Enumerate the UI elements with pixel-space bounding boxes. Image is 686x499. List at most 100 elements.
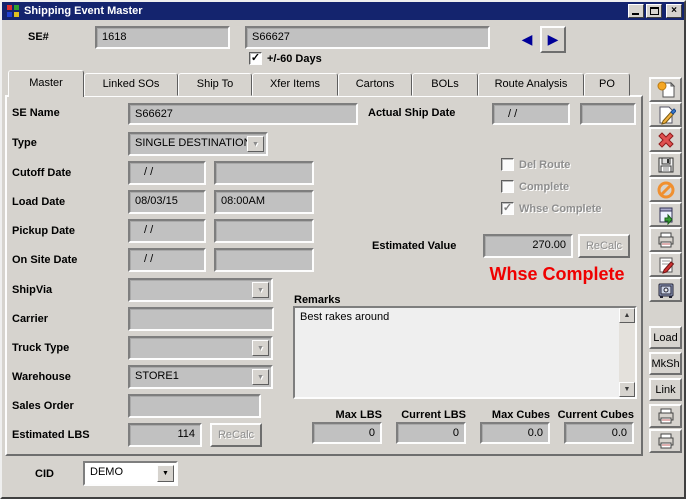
type-label: Type [12, 137, 37, 149]
recalc-lbs-button[interactable]: ReCalc [210, 423, 262, 447]
cid-dropdown-button[interactable]: ▼ [157, 465, 174, 482]
save-icon [656, 155, 676, 175]
delete-button[interactable] [649, 127, 682, 152]
recalc-value-button[interactable]: ReCalc [578, 234, 630, 258]
arrow-left-icon: ◀ [522, 31, 533, 48]
estimated-lbs-field[interactable]: 114 [128, 423, 202, 447]
safe-button[interactable] [649, 277, 682, 302]
actual-ship-time-value [582, 105, 634, 111]
link-button[interactable]: Link [649, 378, 682, 401]
load-date-field[interactable]: 08/03/15 [128, 190, 206, 214]
whse-complete-label: Whse Complete [519, 203, 602, 215]
shipvia-dropdown-button[interactable]: ▼ [252, 282, 269, 298]
note-button[interactable] [649, 77, 682, 102]
export-icon [656, 205, 676, 225]
printer-icon [656, 406, 676, 426]
check-icon: ✓ [503, 202, 512, 214]
se-number-field[interactable]: 1618 [95, 26, 230, 49]
truck-type-combobox[interactable]: ▼ [128, 336, 273, 360]
remarks-label: Remarks [294, 294, 340, 306]
del-route-checkbox[interactable] [501, 158, 514, 171]
del-route-label: Del Route [519, 159, 570, 171]
cutoff-time-value [216, 163, 312, 169]
tab-linked-sos[interactable]: Linked SOs [84, 73, 178, 96]
actual-ship-time-field[interactable] [580, 103, 636, 125]
remarks-scrollbar[interactable]: ▲ ▼ [619, 308, 635, 397]
load-time-field[interactable]: 08:00AM [214, 190, 314, 214]
note-icon [656, 80, 676, 100]
current-lbs-value: 0 [398, 424, 464, 442]
remarks-textarea[interactable]: Best rakes around ▲ ▼ [293, 306, 637, 399]
cutoff-date-field[interactable]: / / [128, 161, 206, 185]
scroll-up-icon: ▲ [624, 312, 631, 319]
print-ship-button[interactable] [649, 429, 682, 453]
check-icon: ✓ [251, 52, 260, 64]
print-load-button[interactable] [649, 404, 682, 428]
days-checkbox-label: +/-60 Days [267, 53, 322, 65]
next-record-button[interactable]: ▶ [540, 26, 566, 53]
close-icon: × [671, 6, 677, 16]
cid-combobox[interactable]: DEMO ▼ [83, 461, 178, 486]
se-name-field[interactable]: S66627 [128, 103, 358, 125]
se-number-value: 1618 [97, 28, 228, 46]
pickup-date-field[interactable]: / / [128, 219, 206, 243]
current-lbs-field: 0 [396, 422, 466, 444]
on-site-time-field[interactable] [214, 248, 314, 272]
max-cubes-field: 0.0 [480, 422, 550, 444]
whse-complete-checkbox[interactable]: ✓ [501, 202, 514, 215]
maximize-button[interactable] [646, 4, 662, 18]
mksh-button[interactable]: MkSh [649, 352, 682, 375]
max-lbs-label: Max LBS [290, 409, 382, 421]
max-cubes-value: 0.0 [482, 424, 548, 442]
type-combobox[interactable]: SINGLE DESTINATION ▼ [128, 132, 268, 156]
actual-ship-date-field[interactable]: / / [492, 103, 570, 125]
current-cubes-field: 0.0 [564, 422, 634, 444]
se-name-lookup-field[interactable]: S66627 [245, 26, 490, 49]
max-cubes-label: Max Cubes [458, 409, 550, 421]
carrier-label: Carrier [12, 313, 48, 325]
cutoff-date-value: / / [130, 163, 204, 181]
estimated-value-field[interactable]: 270.00 [483, 234, 573, 258]
sales-order-field[interactable] [128, 394, 261, 418]
tab-route-analysis[interactable]: Route Analysis [478, 73, 584, 96]
complete-label: Complete [519, 181, 569, 193]
cancel-button[interactable] [649, 177, 682, 202]
tab-master[interactable]: Master [8, 70, 84, 97]
on-site-date-field[interactable]: / / [128, 248, 206, 272]
se-number-label: SE# [28, 31, 49, 43]
print-button[interactable] [649, 227, 682, 252]
export-button[interactable] [649, 202, 682, 227]
scroll-up-button[interactable]: ▲ [619, 308, 635, 323]
carrier-field[interactable] [128, 307, 274, 331]
log-button[interactable] [649, 252, 682, 277]
tab-ship-to[interactable]: Ship To [178, 73, 252, 96]
warehouse-combobox[interactable]: STORE1 ▼ [128, 365, 273, 389]
truck-type-value [130, 338, 271, 344]
close-button[interactable]: × [666, 4, 682, 18]
load-button[interactable]: Load [649, 326, 682, 349]
edit-button[interactable] [649, 102, 682, 127]
type-dropdown-button[interactable]: ▼ [247, 136, 264, 152]
current-cubes-label: Current Cubes [542, 409, 634, 421]
estimated-value-label: Estimated Value [372, 240, 456, 252]
chevron-down-icon: ▼ [252, 141, 259, 148]
complete-checkbox[interactable] [501, 180, 514, 193]
scroll-down-button[interactable]: ▼ [619, 382, 635, 397]
tab-po[interactable]: PO [584, 73, 630, 96]
days-checkbox[interactable]: ✓ [249, 52, 262, 65]
tab-xfer-items[interactable]: Xfer Items [252, 73, 338, 96]
minimize-button[interactable] [628, 4, 644, 18]
sales-order-label: Sales Order [12, 400, 74, 412]
edit-icon [656, 105, 676, 125]
cutoff-time-field[interactable] [214, 161, 314, 185]
truck-type-dropdown-button[interactable]: ▼ [252, 340, 269, 356]
pickup-time-field[interactable] [214, 219, 314, 243]
save-button[interactable] [649, 152, 682, 177]
shipvia-combobox[interactable]: ▼ [128, 278, 273, 302]
previous-record-button[interactable]: ◀ [514, 26, 540, 53]
se-name-label: SE Name [12, 107, 60, 119]
tab-bols[interactable]: BOLs [412, 73, 478, 96]
warehouse-dropdown-button[interactable]: ▼ [252, 369, 269, 385]
tab-cartons[interactable]: Cartons [338, 73, 412, 96]
shipvia-label: ShipVia [12, 284, 52, 296]
